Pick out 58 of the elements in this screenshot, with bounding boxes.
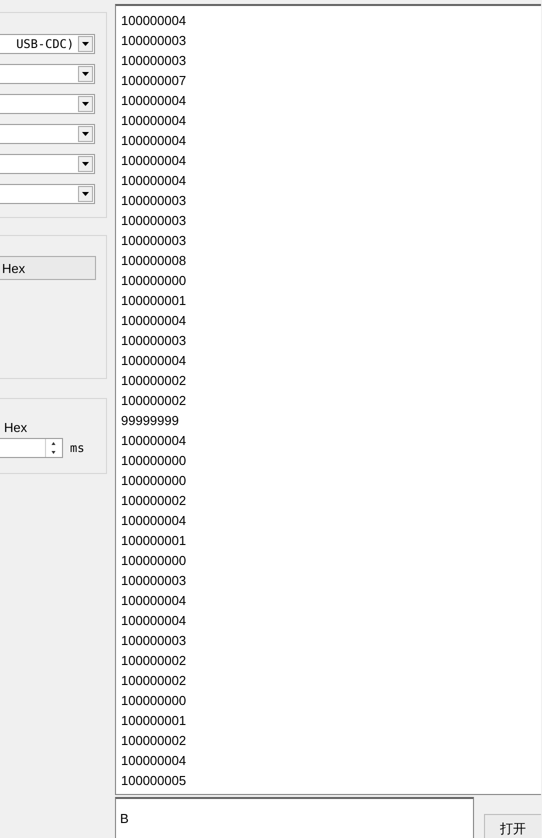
dropdown-arrow-icon	[82, 132, 89, 136]
log-line: 100000003	[121, 192, 188, 210]
log-line: 100000004	[121, 612, 188, 630]
log-line: 100000004	[121, 592, 188, 610]
hex-button[interactable]: Hex	[0, 256, 96, 280]
unit-label: ms	[70, 441, 84, 455]
dropdown-field[interactable]	[0, 94, 95, 114]
hex-label: Hex	[3, 420, 28, 436]
dropdown-field[interactable]	[0, 124, 95, 144]
dropdown-arrow-icon	[82, 102, 89, 106]
log-line: 100000003	[121, 632, 188, 650]
send-input-field[interactable]: B	[115, 797, 474, 838]
log-line: 100000004	[121, 112, 188, 130]
log-line: 100000004	[121, 432, 188, 450]
log-line: 100000004	[121, 132, 188, 150]
dropdown-field[interactable]	[0, 154, 95, 174]
log-line: 100000003	[121, 572, 188, 590]
dropdown-arrow-icon	[82, 162, 89, 166]
log-line: 100000002	[121, 492, 188, 510]
log-line: 100000004	[121, 152, 188, 170]
log-line: 100000002	[121, 392, 188, 410]
log-line: 100000000	[121, 272, 188, 290]
log-line: 100000003	[121, 52, 188, 70]
log-line: 100000004	[121, 172, 188, 190]
receive-text-area[interactable]	[115, 4, 541, 795]
log-line: 100000001	[121, 712, 188, 730]
log-line: 100000001	[121, 292, 188, 310]
interval-spin-field[interactable]	[0, 438, 63, 458]
dropdown-arrow-icon	[82, 192, 89, 196]
log-line: 100000004	[121, 512, 188, 530]
log-line: 100000003	[121, 232, 188, 250]
log-line: 99999999	[121, 412, 180, 430]
log-line: 100000000	[121, 472, 188, 490]
log-line: 100000004	[121, 312, 188, 330]
dropdown-arrow-icon	[82, 42, 89, 46]
log-line: 100000002	[121, 372, 188, 390]
log-line: 100000002	[121, 652, 188, 670]
log-line: 100000000	[121, 552, 188, 570]
log-line: 100000004	[121, 92, 188, 110]
log-line: 100000007	[121, 72, 188, 90]
log-line: 100000003	[121, 212, 188, 230]
log-line: 100000005	[121, 772, 188, 790]
log-line: 100000002	[121, 672, 188, 690]
log-line: 100000004	[121, 752, 188, 770]
log-line: 100000000	[121, 692, 188, 710]
log-line: 100000001	[121, 532, 188, 550]
log-line: 100000003	[121, 32, 188, 50]
log-line: 100000003	[121, 332, 188, 350]
dropdown-arrow-icon	[82, 72, 89, 76]
open-button[interactable]: 打开	[484, 814, 541, 838]
dropdown-field[interactable]	[0, 184, 95, 204]
dropdown-field[interactable]	[0, 64, 95, 84]
log-line: 100000004	[121, 12, 188, 30]
log-line: 100000000	[121, 452, 188, 470]
dropdown-field[interactable]: USB-CDC)	[0, 34, 95, 54]
log-line: 100000004	[121, 352, 188, 370]
log-line: 100000008	[121, 252, 188, 270]
log-line: 100000002	[121, 732, 188, 750]
